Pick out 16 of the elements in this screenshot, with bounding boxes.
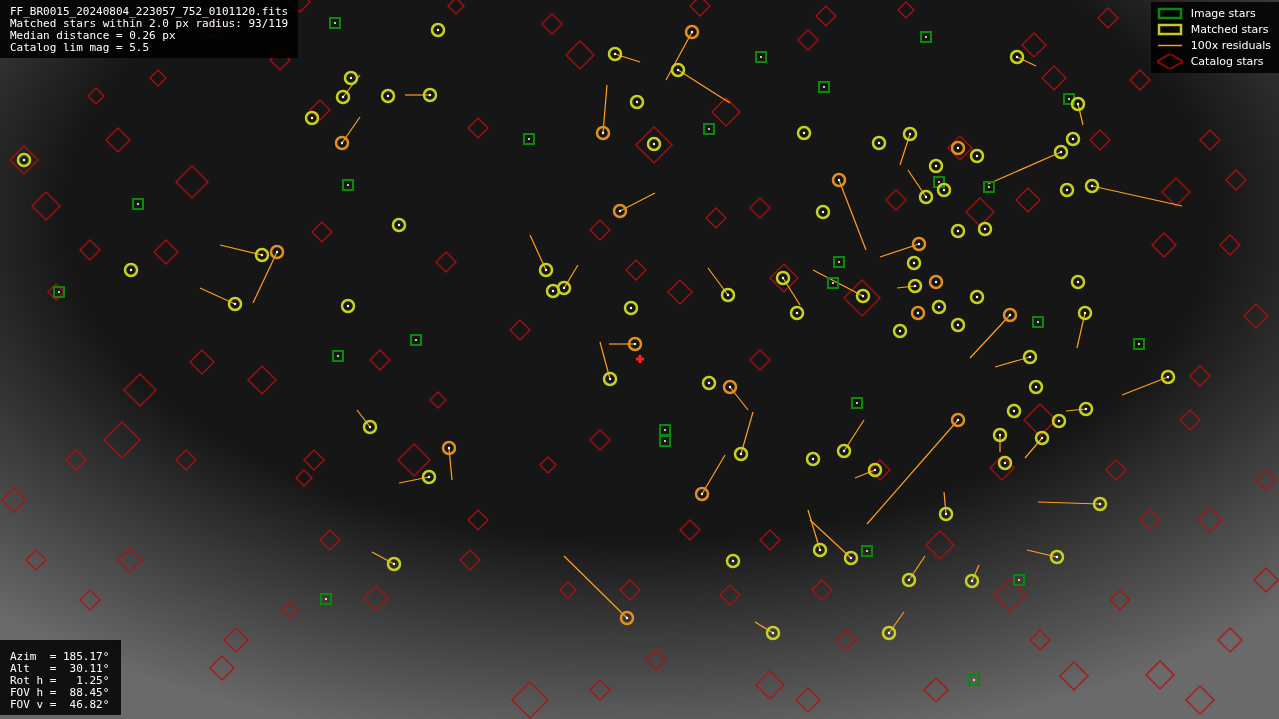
pointing-text: Azim = 185.17° xyxy=(10,651,110,663)
matched-star-square-icon xyxy=(1156,22,1183,37)
pointing-text: Alt = 30.11° xyxy=(10,663,110,675)
image-star-square-icon xyxy=(1156,6,1183,21)
legend-label: 100x residuals xyxy=(1190,38,1271,53)
legend-label: Image stars xyxy=(1190,6,1256,21)
legend-label: Matched stars xyxy=(1190,22,1269,37)
pointing-text: FOV h = 88.45° xyxy=(10,687,110,699)
info-text: Catalog lim mag = 5.5 xyxy=(10,42,151,54)
diamond-icon xyxy=(1156,54,1183,69)
info-text: Median distance = 0.26 px xyxy=(10,30,177,42)
info-text: Matched stars within 2.0 px radius: 93/119 xyxy=(10,18,289,30)
info-text: FF_BR0015_20240804_223057_752_0101120.fits xyxy=(10,6,289,18)
legend-label: Catalog stars xyxy=(1190,54,1264,69)
pointing-text: FOV v = 46.82° xyxy=(10,699,110,711)
pointing-text: Rot h = 1.25° xyxy=(10,675,110,687)
